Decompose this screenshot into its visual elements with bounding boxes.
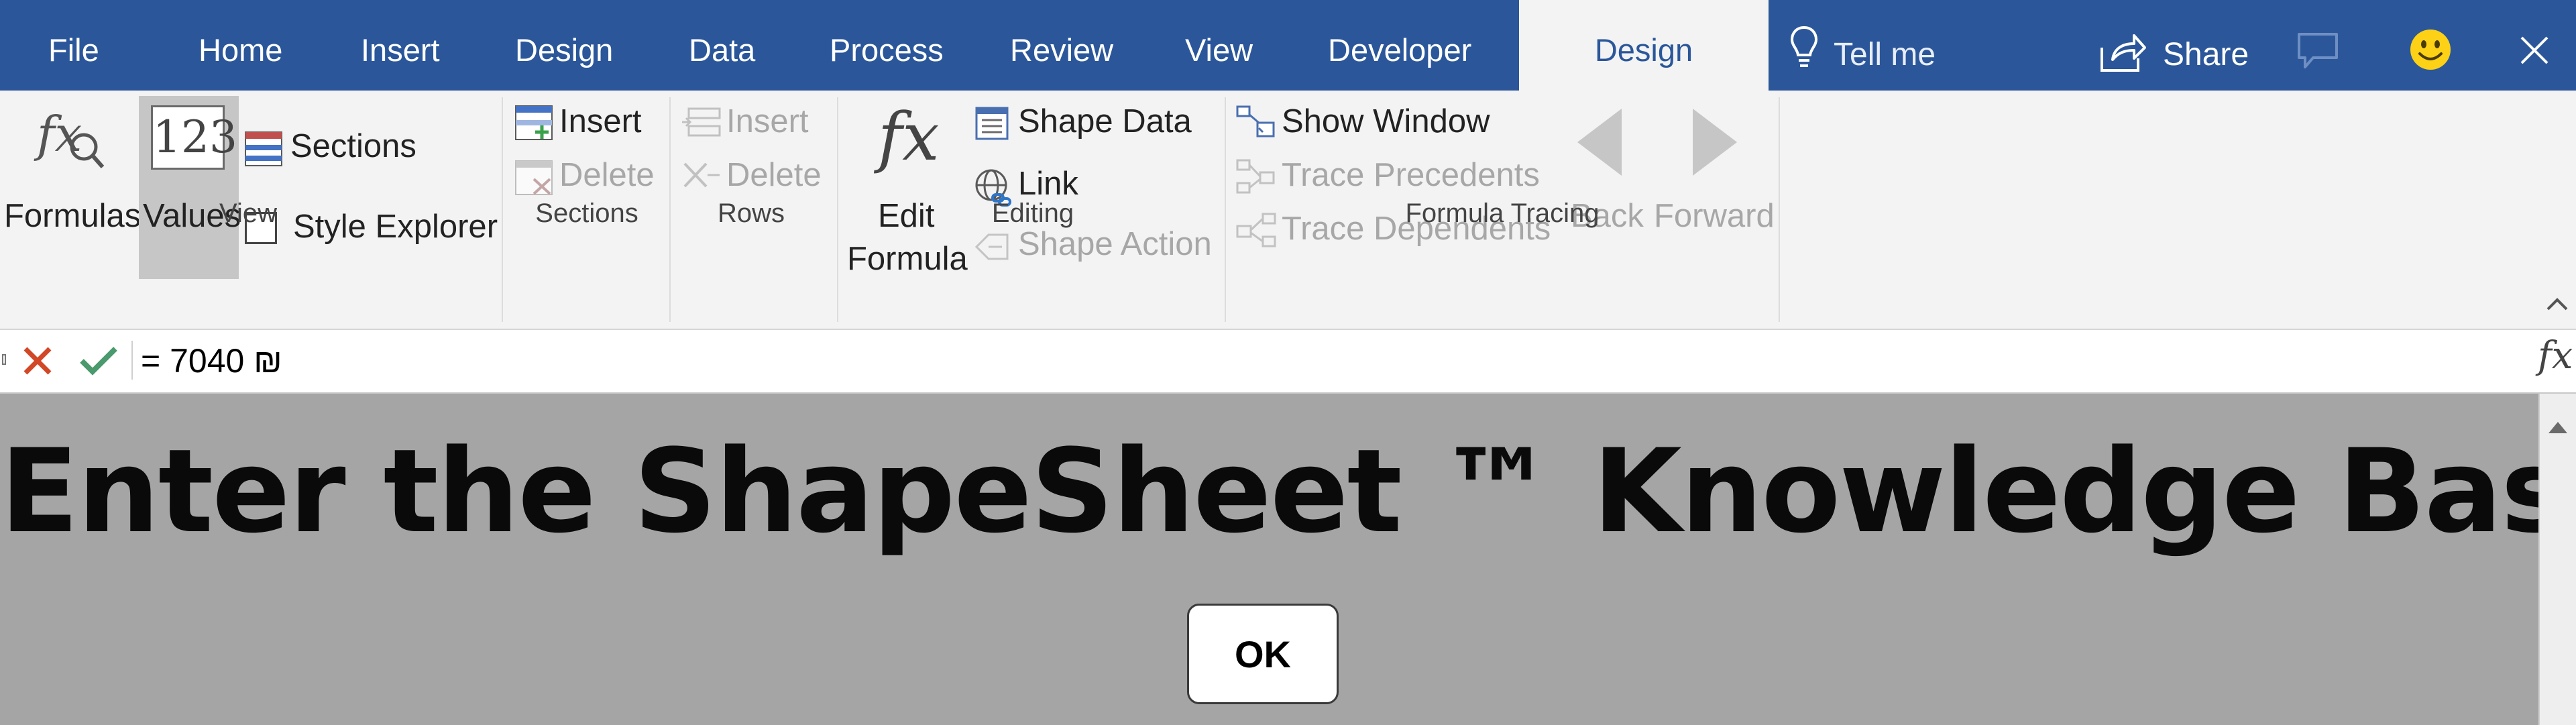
- formula-bar-divider: [131, 341, 133, 380]
- scroll-up-arrow-icon[interactable]: [2546, 419, 2569, 435]
- forward-label: Forward: [1654, 198, 1775, 234]
- page-title: Enter the ShapeSheet ™ Knowledge Base: [0, 424, 2576, 559]
- comments-icon[interactable]: [2297, 32, 2339, 71]
- shape-data-button[interactable]: Shape Data: [974, 103, 1202, 146]
- delete-row-icon: [683, 162, 720, 188]
- row-delete-button[interactable]: Delete: [681, 156, 828, 199]
- group-separator: [1779, 97, 1780, 322]
- tell-me-box[interactable]: Tell me: [1789, 0, 1991, 91]
- tab-insert[interactable]: Insert: [361, 0, 440, 91]
- formulas-button[interactable]: fx Formulas: [3, 101, 141, 275]
- shapesheet-content: Enter the ShapeSheet ™ Knowledge Base OK: [0, 394, 2576, 725]
- show-window-label: Show Window: [1282, 103, 1490, 140]
- shape-data-icon: [975, 107, 1009, 140]
- group-label-rows: Rows: [717, 199, 785, 228]
- vertical-scrollbar[interactable]: [2538, 394, 2576, 725]
- section-insert-label: Insert: [559, 103, 642, 140]
- insert-section-icon: [515, 105, 553, 140]
- section-delete-button[interactable]: Delete: [515, 156, 655, 199]
- sections-button[interactable]: Sections: [245, 127, 419, 174]
- shape-action-icon: [974, 233, 1009, 260]
- formulas-icon: fx: [34, 106, 105, 168]
- sections-icon: [245, 131, 282, 166]
- confirm-check-icon[interactable]: [79, 345, 118, 376]
- group-separator: [502, 97, 503, 322]
- edit-formula-label-1: Edit: [878, 198, 935, 234]
- trace-precedents-icon: [1236, 159, 1275, 194]
- trace-precedents-label: Trace Precedents: [1282, 157, 1540, 193]
- share-button[interactable]: Share: [2099, 0, 2260, 91]
- section-insert-button[interactable]: Insert: [515, 103, 649, 146]
- feedback-smiley-icon[interactable]: [2409, 28, 2452, 71]
- edit-formula-button[interactable]: fx Edit Formula: [842, 99, 976, 280]
- tab-developer[interactable]: Developer: [1328, 0, 1471, 91]
- back-arrow-icon: [1577, 109, 1622, 176]
- show-window-button[interactable]: Show Window: [1236, 103, 1504, 146]
- formula-input[interactable]: [141, 337, 2488, 385]
- shape-data-label: Shape Data: [1018, 103, 1192, 140]
- tab-home[interactable]: Home: [199, 0, 282, 91]
- group-label-formula-tracing: Formula Tracing: [1405, 199, 1600, 228]
- row-delete-label: Delete: [726, 157, 822, 193]
- fx-icon[interactable]: fx: [2538, 334, 2573, 378]
- insert-row-icon: [682, 107, 721, 137]
- trace-dependents-icon: [1236, 213, 1276, 247]
- formulas-label: Formulas: [4, 198, 142, 234]
- tab-design[interactable]: Design: [515, 0, 613, 91]
- group-separator: [837, 97, 838, 322]
- edit-formula-label-2: Formula: [847, 241, 968, 277]
- forward-button[interactable]: Forward: [1651, 107, 1775, 241]
- group-separator: [1225, 97, 1226, 322]
- row-insert-button[interactable]: Insert: [681, 103, 828, 146]
- formula-bar: fx: [0, 330, 2576, 394]
- values-button[interactable]: 123 Values: [139, 96, 241, 279]
- trace-precedents-button[interactable]: Trace Precedents: [1236, 156, 1545, 199]
- ribbon-tab-bar: File Home Insert Design Data Process Rev…: [0, 0, 2576, 91]
- group-label-sections: Sections: [535, 199, 638, 228]
- tab-view[interactable]: View: [1185, 0, 1253, 91]
- ok-button[interactable]: OK: [1187, 604, 1339, 704]
- link-label: Link: [1018, 166, 1078, 202]
- tab-review[interactable]: Review: [1010, 0, 1113, 91]
- forward-arrow-icon: [1693, 109, 1737, 176]
- delete-section-icon: [515, 160, 553, 195]
- fx-icon: fx: [878, 99, 940, 176]
- section-delete-label: Delete: [559, 157, 655, 193]
- tab-shapesheet-design[interactable]: Design: [1519, 0, 1769, 91]
- style-explorer-label: Style Explorer: [293, 209, 498, 245]
- cancel-icon[interactable]: [22, 345, 53, 376]
- tab-data[interactable]: Data: [689, 0, 755, 91]
- sections-label: Sections: [290, 128, 416, 164]
- row-insert-label: Insert: [726, 103, 809, 140]
- shape-action-label: Shape Action: [1018, 226, 1212, 262]
- tab-file[interactable]: File: [48, 0, 99, 91]
- group-separator: [669, 97, 671, 322]
- lightbulb-icon: [1790, 25, 1818, 67]
- group-label-view: View: [219, 199, 277, 228]
- group-label-editing: Editing: [991, 199, 1074, 228]
- close-icon[interactable]: [2520, 36, 2549, 65]
- shape-action-button[interactable]: Shape Action: [974, 225, 1215, 268]
- tab-process[interactable]: Process: [830, 0, 944, 91]
- values-icon: 123: [151, 105, 237, 170]
- formula-bar-grip: [2, 354, 6, 365]
- collapse-ribbon-icon[interactable]: [2546, 296, 2569, 311]
- show-window-icon: [1236, 105, 1275, 137]
- share-icon: [2101, 34, 2146, 72]
